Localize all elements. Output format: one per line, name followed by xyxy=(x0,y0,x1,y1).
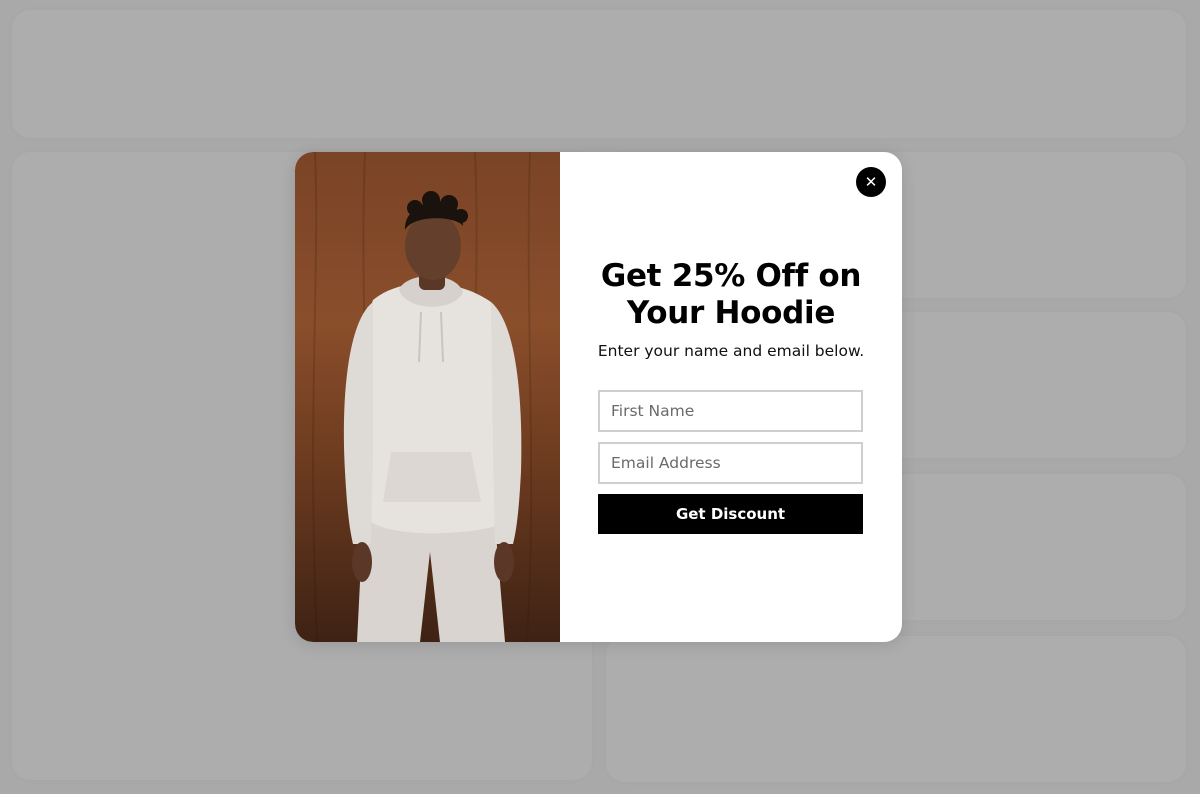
email-field[interactable] xyxy=(598,442,863,484)
background-card xyxy=(12,10,1186,138)
product-photo xyxy=(295,152,560,642)
first-name-field[interactable] xyxy=(598,390,863,432)
popup-subtext: Enter your name and email below. xyxy=(597,342,865,360)
popup-headline: Get 25% Off on Your Hoodie xyxy=(600,258,862,331)
discount-popup: ✕ Get 25% Off on Your Hoodie Enter your … xyxy=(295,152,902,642)
popup-content: Get 25% Off on Your Hoodie Enter your na… xyxy=(560,152,902,642)
background-card xyxy=(606,636,1186,782)
hoodie-model-illustration xyxy=(312,152,533,642)
get-discount-button[interactable]: Get Discount xyxy=(598,494,863,534)
